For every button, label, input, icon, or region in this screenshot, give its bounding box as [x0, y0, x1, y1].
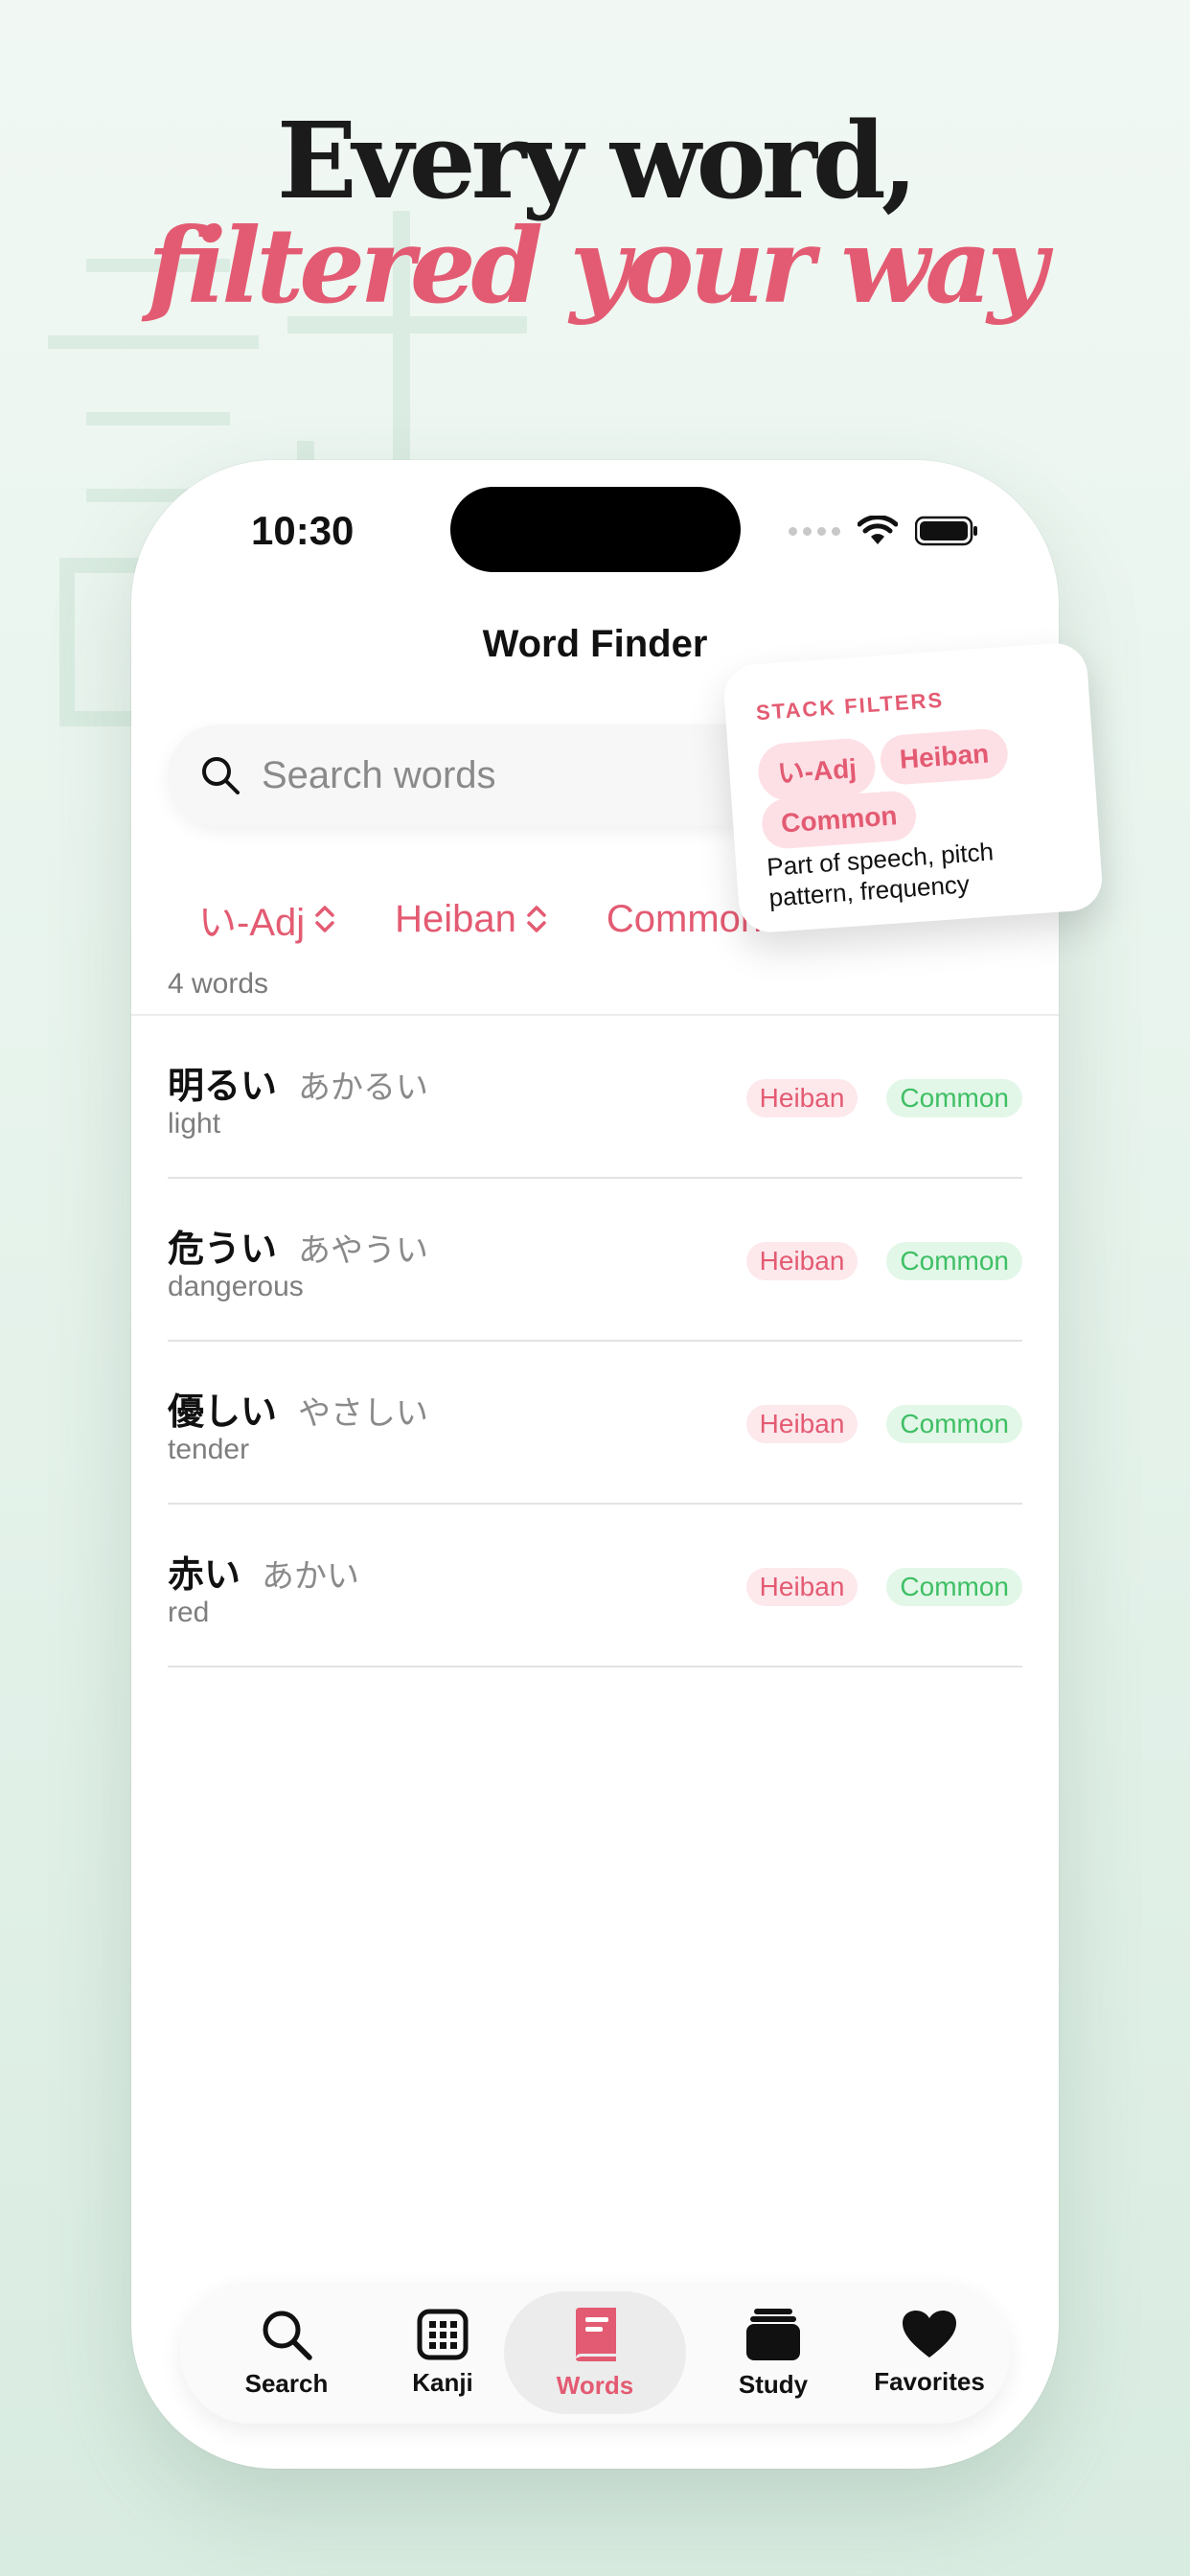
status-indicators — [789, 516, 978, 546]
wifi-icon — [858, 516, 898, 544]
word-meaning: red — [168, 1597, 210, 1628]
callout-chip: Common — [760, 789, 919, 851]
frequency-badge: Common — [886, 1568, 1022, 1606]
headline-line-2: filtered your way — [147, 206, 1047, 327]
heart-icon — [903, 2310, 956, 2358]
magnifier-icon — [263, 2311, 312, 2360]
headline-line-1: Every word, — [276, 99, 918, 222]
grid-icon — [417, 2309, 469, 2359]
tab-search[interactable]: Search — [208, 2291, 365, 2414]
tab-bar: Search Kanji Words Study Favorites — [180, 2282, 1010, 2424]
word-row[interactable]: 危うい あやうい dangerous Heiban Common — [168, 1179, 1022, 1342]
word-kanji: 優しい — [168, 1391, 278, 1433]
filter-label: Heiban — [395, 897, 516, 940]
word-meaning: tender — [168, 1434, 250, 1465]
word-list: 明るい あかるい light Heiban Common 危うい あやうい dange… — [168, 1016, 1022, 1668]
callout-chip: Heiban — [879, 727, 1010, 787]
word-meaning: light — [168, 1108, 221, 1139]
chevron-up-down-icon — [527, 906, 546, 932]
tab-label: Words — [556, 2370, 634, 2400]
filter-row: い-Adj Heiban Common — [198, 891, 821, 947]
tab-label: Study — [738, 2369, 809, 2399]
tab-label: Favorites — [874, 2366, 985, 2396]
signal-dots-icon — [789, 526, 840, 536]
word-row[interactable]: 赤い あかい red Heiban Common — [168, 1505, 1022, 1668]
word-reading: あかるい — [298, 1069, 429, 1107]
word-reading: あやうい — [298, 1231, 429, 1270]
battery-icon — [915, 516, 977, 546]
tab-words[interactable]: Words — [504, 2291, 686, 2414]
word-reading: やさしい — [298, 1394, 429, 1433]
callout-title: STACK FILTERS — [755, 687, 945, 725]
pitch-badge: Heiban — [745, 1568, 858, 1606]
status-time: 10:30 — [251, 508, 355, 553]
stack-filters-callout: STACK FILTERS い-Adj Heiban Common Part o… — [721, 641, 1105, 934]
chevron-up-down-icon — [315, 906, 334, 932]
card-stack-icon — [746, 2308, 800, 2360]
frequency-badge: Common — [886, 1242, 1022, 1280]
pitch-badge: Heiban — [745, 1242, 858, 1280]
tab-label: Kanji — [412, 2367, 473, 2397]
dynamic-island — [450, 487, 741, 572]
search-icon — [202, 757, 240, 794]
word-kanji: 明るい — [168, 1065, 278, 1107]
frequency-badge: Common — [886, 1405, 1022, 1443]
pitch-badge: Heiban — [745, 1079, 858, 1117]
word-row[interactable]: 明るい あかるい light Heiban Common — [168, 1016, 1022, 1179]
tab-favorites[interactable]: Favorites — [851, 2291, 1008, 2414]
word-meaning: dangerous — [168, 1271, 304, 1302]
word-reading: あかい — [262, 1557, 360, 1596]
book-icon — [576, 2307, 616, 2361]
filter-pitch[interactable]: Heiban — [395, 891, 547, 947]
marketing-headline: Every word, filtered your way — [0, 99, 1190, 327]
tab-label: Search — [244, 2368, 329, 2398]
search-input[interactable] — [260, 752, 723, 798]
search-bar[interactable] — [168, 724, 781, 826]
pitch-badge: Heiban — [745, 1405, 858, 1443]
word-kanji: 赤い — [168, 1553, 241, 1596]
word-row[interactable]: 優しい やさしい tender Heiban Common — [168, 1342, 1022, 1505]
tab-kanji[interactable]: Kanji — [364, 2291, 521, 2414]
frequency-badge: Common — [886, 1079, 1022, 1117]
result-count: 4 words — [168, 968, 269, 1000]
filter-part-of-speech[interactable]: い-Adj — [198, 891, 335, 947]
word-kanji: 危うい — [168, 1228, 278, 1270]
tab-study[interactable]: Study — [695, 2291, 852, 2414]
filter-label: い-Adj — [198, 902, 306, 944]
